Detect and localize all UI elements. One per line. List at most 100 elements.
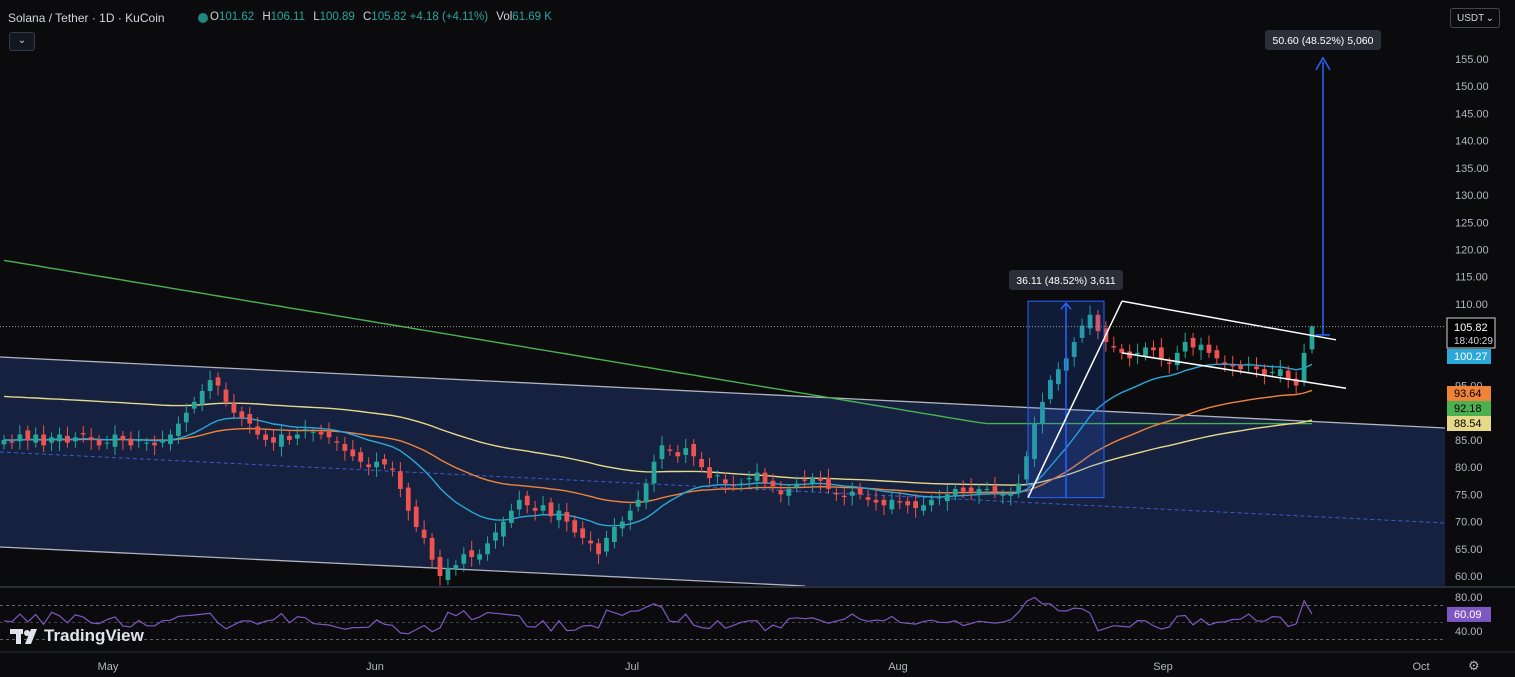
candle-body [604, 537, 609, 552]
candle-body [738, 483, 744, 485]
candle-body [627, 510, 633, 521]
candle-body [231, 403, 237, 413]
candle-body [937, 497, 942, 499]
candle-body [104, 442, 110, 444]
close-value: 105.82 +4.18 (+4.11%) [371, 11, 489, 23]
market-status-icon [198, 13, 208, 23]
candle-body [572, 520, 578, 533]
candle-body [794, 483, 800, 488]
candle-body [818, 478, 823, 481]
candle-body [57, 434, 62, 442]
candle-body [1, 439, 7, 445]
candle-body [318, 431, 324, 435]
candle-body [580, 528, 586, 538]
candle-body [263, 434, 268, 440]
candle-body [302, 429, 308, 431]
rsi-value-label: 60.09 [1454, 609, 1482, 621]
candle-body [976, 488, 982, 495]
candle-body [730, 484, 736, 487]
candle-body [128, 438, 134, 446]
candle-body [1230, 365, 1236, 367]
candle-body [1309, 326, 1315, 350]
price-tick-label: 130.00 [1455, 190, 1489, 202]
candle-body [96, 439, 102, 446]
candle-body [889, 499, 895, 510]
candle-body [183, 412, 189, 423]
candle-body [168, 434, 173, 445]
candle-body [1246, 363, 1251, 366]
last-price-label: 105.82 [1454, 322, 1488, 334]
candle-body [548, 502, 554, 517]
candle-body [532, 507, 538, 511]
price-tick-label: 145.00 [1455, 108, 1489, 120]
candle-body [992, 486, 998, 492]
candle-body [374, 461, 379, 468]
candle-body [1016, 483, 1022, 494]
candle-body [984, 488, 990, 490]
ema-price-label: 92.18 [1454, 403, 1482, 415]
candle-body [9, 441, 15, 443]
candle-body [207, 380, 213, 391]
candle-body [160, 439, 165, 443]
price-tick-label: 110.00 [1455, 299, 1488, 311]
candle-body [120, 435, 126, 440]
candle-body [1174, 352, 1180, 366]
candle-body [1143, 347, 1148, 356]
volume-label: Vol [496, 11, 513, 23]
candle-body [556, 510, 562, 521]
candle-body [897, 501, 903, 503]
candle-body [651, 461, 657, 484]
candle-body [826, 478, 831, 489]
time-tick-label: Jun [366, 661, 384, 673]
price-tick-label: 125.00 [1455, 217, 1489, 229]
candle-body [1214, 350, 1220, 359]
candle-body [461, 554, 467, 564]
candle-body [358, 452, 364, 462]
candle-body [723, 479, 728, 484]
candle-body [405, 487, 411, 511]
candle-body [596, 543, 601, 555]
candle-body [247, 414, 253, 424]
candle-body [715, 475, 720, 477]
currency-selector[interactable]: USDT ⌄ [1450, 8, 1500, 28]
candle-body [445, 567, 451, 581]
chart-app: 36.11 (48.52%) 3,611 50.60 (48.52%) 5,060… [0, 0, 1515, 677]
candle-body [746, 478, 752, 480]
chart-canvas[interactable]: 36.11 (48.52%) 3,611 50.60 (48.52%) 5,060… [0, 0, 1515, 677]
candle-body [770, 480, 776, 487]
high-value: 106.11 [270, 11, 305, 23]
candle-body [342, 444, 348, 451]
candle-body [65, 435, 70, 443]
candle-body [88, 437, 94, 440]
collapse-legend-button[interactable]: ⌄ [9, 32, 35, 51]
gear-icon[interactable]: ⚙ [1468, 658, 1480, 674]
candle-body [1119, 348, 1125, 353]
candle-body [437, 556, 443, 576]
candle-body [810, 478, 815, 484]
candle-body [881, 499, 887, 506]
candle-body [707, 467, 712, 479]
candle-body [136, 439, 142, 442]
candle-body [176, 423, 181, 436]
price-tick-label: 115.00 [1455, 272, 1488, 284]
candle-body [366, 464, 372, 468]
candle-body [857, 487, 863, 495]
target-measure-label: 50.60 (48.52%) 5,060 [1273, 35, 1374, 47]
candle-body [508, 510, 514, 523]
candle-body [905, 501, 911, 506]
ema-price-label: 88.54 [1454, 418, 1482, 430]
candle-body [334, 441, 340, 443]
candle-body [699, 458, 704, 468]
candle-body [294, 434, 300, 439]
candle-body [667, 449, 673, 451]
candle-body [1151, 347, 1156, 351]
ohlc-legend: O101.62 H106.11 L100.89 C105.82 +4.18 (+… [210, 11, 557, 23]
candle-body [540, 505, 546, 511]
candle-body [144, 442, 150, 444]
symbol-title[interactable]: Solana / Tether · 1D · KuCoin [8, 11, 165, 25]
chart-header: Solana / Tether · 1D · KuCoin O101.62 H1… [0, 0, 1440, 34]
candle-body [786, 488, 792, 496]
price-tick-label: 70.00 [1455, 517, 1483, 529]
candle-body [271, 437, 276, 443]
candle-body [516, 499, 522, 510]
